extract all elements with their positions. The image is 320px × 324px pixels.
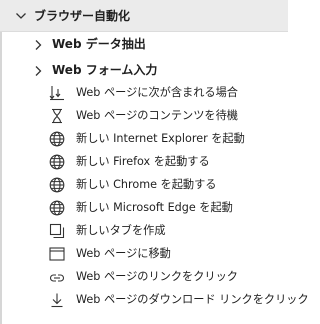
chevron-right-icon[interactable] (33, 39, 43, 51)
category-browser-automation[interactable]: ブラウザー自動化 (0, 0, 288, 32)
globe-icon (49, 177, 65, 193)
subgroup-label: Web データ抽出 (52, 37, 146, 51)
action-label: 新しいタブを作成 (76, 224, 166, 237)
globe-icon (49, 154, 65, 170)
action-click-download-link-on-web-page[interactable]: Web ページのダウンロード リンクをクリック (0, 289, 309, 312)
actions-panel: ブラウザー自動化 Web データ抽出 Web フォーム入力 Web ページに次が… (0, 0, 309, 324)
category-title: ブラウザー自動化 (34, 9, 131, 23)
globe-icon (49, 131, 65, 147)
web-page-contains-icon (49, 86, 64, 101)
action-launch-chrome[interactable]: 新しい Chrome を起動する (0, 174, 288, 197)
action-label: 新しい Chrome を起動する (76, 178, 217, 191)
browser-window-icon (49, 247, 65, 261)
download-icon (51, 293, 63, 308)
action-create-new-tab[interactable]: 新しいタブを作成 (0, 220, 288, 243)
link-icon (50, 274, 64, 282)
subgroup-web-form-filling[interactable]: Web フォーム入力 (0, 57, 288, 83)
action-label: 新しい Firefox を起動する (76, 155, 210, 168)
action-launch-firefox[interactable]: 新しい Firefox を起動する (0, 151, 288, 174)
action-label: Web ページのリンクをクリック (76, 270, 238, 283)
action-label: 新しい Microsoft Edge を起動 (76, 201, 233, 214)
action-launch-internet-explorer[interactable]: 新しい Internet Explorer を起動 (0, 128, 288, 151)
action-label: Web ページに次が含まれる場合 (76, 86, 238, 99)
subgroup-web-data-extraction[interactable]: Web データ抽出 (0, 31, 288, 57)
action-launch-microsoft-edge[interactable]: 新しい Microsoft Edge を起動 (0, 197, 288, 220)
chevron-right-icon[interactable] (33, 65, 43, 77)
globe-icon (49, 200, 65, 216)
action-label: Web ページに移動 (76, 247, 171, 260)
chevron-down-icon[interactable] (15, 11, 27, 21)
action-click-link-on-web-page[interactable]: Web ページのリンクをクリック (0, 266, 288, 289)
hourglass-icon (52, 108, 62, 124)
action-label: Web ページのコンテンツを待機 (76, 109, 238, 122)
action-go-to-web-page[interactable]: Web ページに移動 (0, 243, 288, 266)
action-if-web-page-contains[interactable]: Web ページに次が含まれる場合 (0, 82, 288, 105)
action-label: Web ページのダウンロード リンクをクリック (76, 293, 309, 306)
subgroup-label: Web フォーム入力 (52, 63, 158, 77)
action-label: 新しい Internet Explorer を起動 (76, 132, 245, 145)
new-tab-icon (49, 223, 65, 239)
action-wait-for-web-page-content[interactable]: Web ページのコンテンツを待機 (0, 105, 288, 128)
